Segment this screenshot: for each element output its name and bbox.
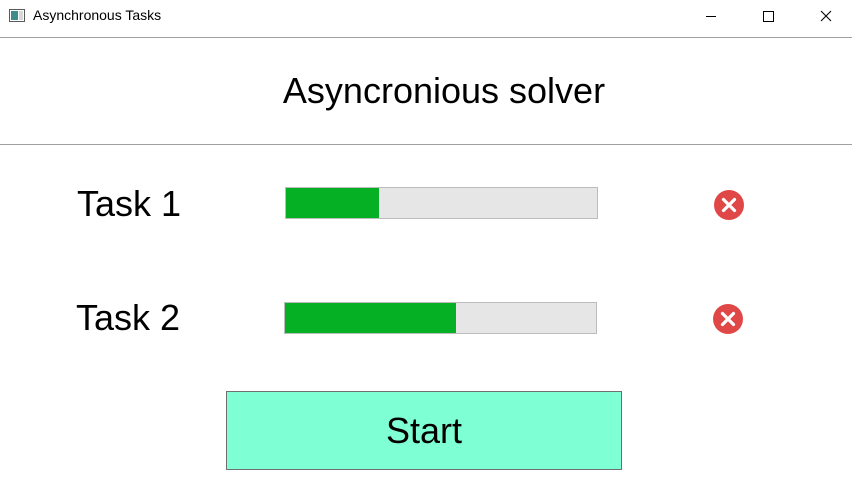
task-2-cancel-button[interactable] xyxy=(712,303,744,335)
app-icon xyxy=(9,9,25,22)
page-title: Asyncronious solver xyxy=(282,70,606,111)
title-divider xyxy=(0,37,852,38)
task-2-label: Task 2 xyxy=(76,297,181,338)
minimize-button[interactable] xyxy=(688,0,734,31)
minimize-icon xyxy=(706,15,716,17)
start-button[interactable]: Start xyxy=(226,391,622,470)
header-divider xyxy=(0,144,852,145)
maximize-icon xyxy=(763,10,774,22)
maximize-button[interactable] xyxy=(745,0,791,31)
task-1-progress-bar xyxy=(285,187,598,219)
close-window-button[interactable] xyxy=(803,0,849,31)
task-2-progress-bar xyxy=(284,302,597,334)
close-icon xyxy=(820,10,832,21)
app-window: Asynchronous Tasks Asyncronious solver T… xyxy=(0,0,852,485)
window-title: Asynchronous Tasks xyxy=(33,7,162,23)
task-1-label: Task 1 xyxy=(77,183,182,224)
cancel-icon xyxy=(713,304,743,334)
title-bar: Asynchronous Tasks xyxy=(0,0,852,31)
task-1-cancel-button[interactable] xyxy=(713,189,745,221)
task-2-progress-fill xyxy=(285,303,457,333)
task-1-progress-fill xyxy=(286,188,380,218)
cancel-icon xyxy=(714,190,744,220)
